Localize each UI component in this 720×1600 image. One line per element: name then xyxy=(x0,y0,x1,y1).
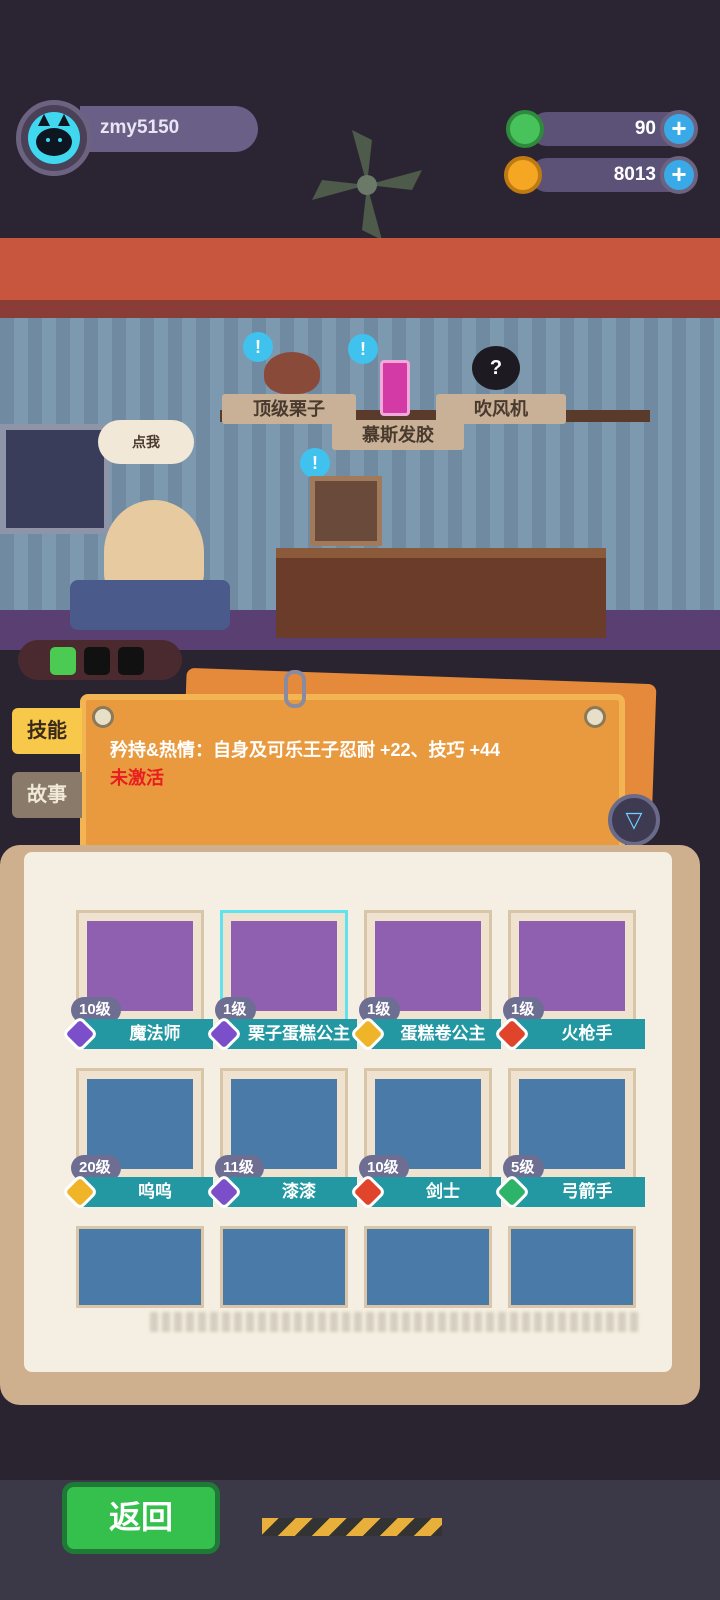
character-card[interactable]: 20级 呜呜 xyxy=(61,1068,213,1211)
tab-story[interactable]: 故事 xyxy=(12,772,82,818)
paperclip-icon xyxy=(284,670,306,708)
character-name: 蛋糕卷公主 xyxy=(371,1019,501,1049)
character-card[interactable]: 10级 魔法师 xyxy=(61,910,213,1053)
filter-button[interactable]: ▽ xyxy=(608,794,660,846)
character-platform xyxy=(70,580,230,630)
character-name: 栗子蛋糕公主 xyxy=(227,1019,357,1049)
unknown-item-icon[interactable]: ? xyxy=(472,346,520,390)
character-card[interactable] xyxy=(508,1226,636,1308)
item-sign: 吹风机 xyxy=(436,394,566,424)
character-name: 魔法师 xyxy=(83,1019,213,1049)
empty-battery-icon xyxy=(118,647,144,675)
character-name: 火枪手 xyxy=(515,1019,645,1049)
alert-icon[interactable]: ! xyxy=(300,448,330,478)
mousse-gel-item[interactable] xyxy=(380,360,410,416)
character-card[interactable]: 10级 剑士 xyxy=(349,1068,501,1211)
skill-description: 矜持&热情：自身及可乐王子忍耐 +22、技巧 +44 xyxy=(110,740,501,760)
alert-icon[interactable]: ! xyxy=(348,334,378,364)
add-coin-button[interactable]: + xyxy=(660,156,698,194)
shelf-edge xyxy=(0,300,720,318)
character-card[interactable]: 1级 蛋糕卷公主 xyxy=(349,910,501,1053)
character-card-selected[interactable]: 1级 栗子蛋糕公主 xyxy=(205,910,357,1053)
item-sign: 慕斯发胶 xyxy=(332,420,464,450)
character-card[interactable] xyxy=(220,1226,348,1308)
chestnut-item[interactable] xyxy=(264,352,320,394)
fan-icon xyxy=(312,130,422,240)
picture-frame[interactable] xyxy=(310,476,382,546)
character-name: 剑士 xyxy=(371,1177,501,1207)
hazard-stripe xyxy=(262,1518,442,1536)
empty-battery-icon xyxy=(84,647,110,675)
character-name: 漆漆 xyxy=(227,1177,357,1207)
username: zmy5150 xyxy=(100,117,180,138)
character-name: 呜呜 xyxy=(83,1177,213,1207)
character-card[interactable]: 1级 火枪手 xyxy=(493,910,645,1053)
character-card[interactable] xyxy=(76,1226,204,1308)
character-name: 弓箭手 xyxy=(515,1177,645,1207)
lightning-battery-icon xyxy=(50,647,76,675)
add-donut-button[interactable]: + xyxy=(660,110,698,148)
pin-icon xyxy=(584,706,606,728)
room-window xyxy=(0,424,110,534)
avatar[interactable] xyxy=(28,112,80,164)
character-card[interactable]: 5级 弓箭手 xyxy=(493,1068,645,1211)
character-card[interactable]: 11级 漆漆 xyxy=(205,1068,357,1211)
speech-bubble[interactable]: 点我 xyxy=(98,420,194,464)
skill-status: 未激活 xyxy=(110,768,164,788)
pin-icon xyxy=(92,706,114,728)
filter-icon: ▽ xyxy=(625,807,643,832)
alert-icon[interactable]: ! xyxy=(243,332,273,362)
tab-skill[interactable]: 技能 xyxy=(12,708,82,754)
character-card[interactable] xyxy=(364,1226,492,1308)
donut-count: 90 xyxy=(634,118,656,139)
coin-count: 8013 xyxy=(613,164,656,185)
shelf-top xyxy=(0,238,720,308)
blurred-text xyxy=(150,1312,640,1332)
desk xyxy=(276,548,606,638)
cat-face-icon xyxy=(36,114,72,156)
back-button[interactable]: 返回 xyxy=(62,1482,220,1554)
